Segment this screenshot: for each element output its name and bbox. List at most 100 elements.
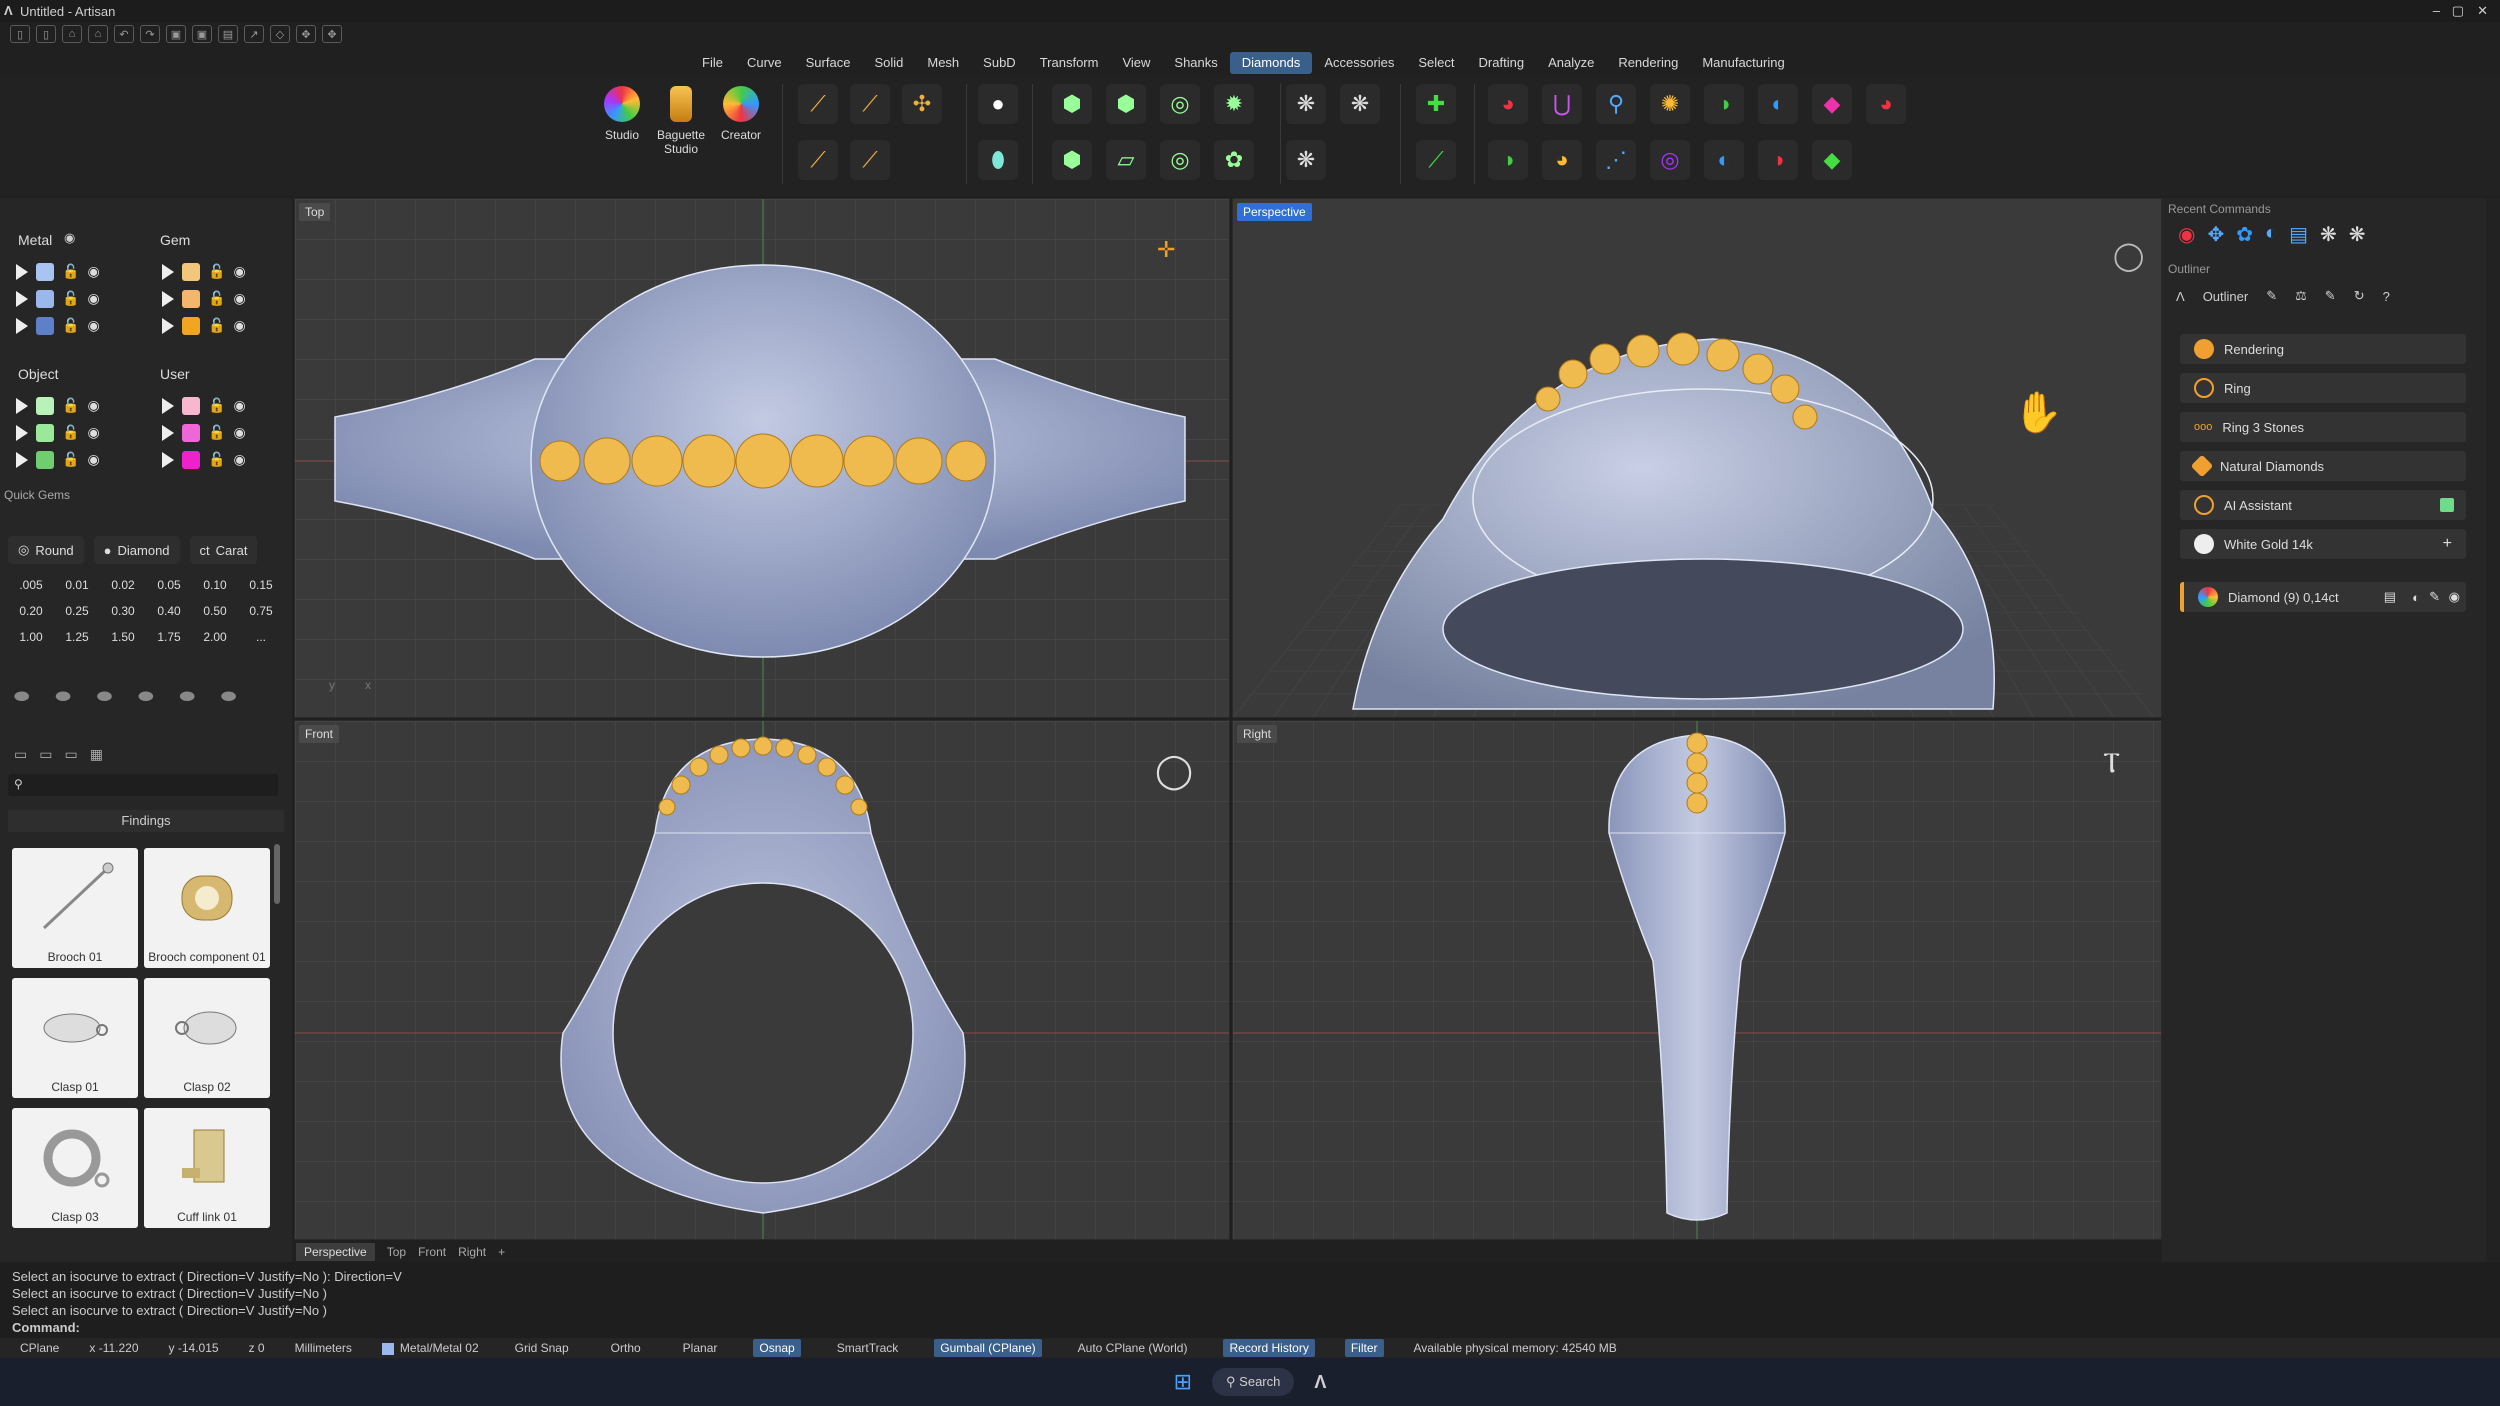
gem-size-button[interactable]: 0.15 — [238, 578, 284, 592]
eye-icon[interactable]: ◉ — [2449, 589, 2460, 605]
gem-size-button[interactable]: 0.30 — [100, 604, 146, 618]
viewport-top[interactable]: Top yx ✛ — [294, 198, 1230, 718]
gem-size-button[interactable]: 0.75 — [238, 604, 284, 618]
add-viewport-tab[interactable]: + — [498, 1245, 505, 1259]
flower-setting-icon[interactable]: ✿ — [1214, 140, 1254, 180]
gem-size-button[interactable]: .005 — [8, 578, 54, 592]
play-icon[interactable] — [16, 263, 28, 280]
outliner-item-ring[interactable]: Ring — [2180, 373, 2466, 403]
round-gem-icon[interactable]: ● — [978, 84, 1018, 124]
new-file-icon[interactable]: ▯ — [10, 25, 30, 43]
menu-solid[interactable]: Solid — [862, 52, 915, 74]
gems-along-icon[interactable]: ⟋ — [850, 140, 890, 180]
cluster-b-icon[interactable]: ❋ — [1340, 84, 1380, 124]
bezel-icon[interactable]: ⬢ — [1106, 84, 1146, 124]
color-wheel-icon[interactable]: ✺ — [1650, 84, 1690, 124]
gem-size-button[interactable]: 1.00 — [8, 630, 54, 644]
gem-size-button[interactable]: ... — [238, 630, 284, 644]
eye-icon[interactable]: ◉ — [87, 397, 99, 414]
osnap-toggle[interactable]: Osnap — [753, 1339, 801, 1357]
eye-icon[interactable]: ◉ — [64, 230, 75, 246]
help-icon[interactable]: ? — [2383, 289, 2390, 304]
minimize-icon[interactable]: – — [2433, 3, 2440, 18]
gem-size-button[interactable]: 0.50 — [192, 604, 238, 618]
tab-top[interactable]: Top — [387, 1245, 406, 1259]
artisan-app-icon[interactable]: Λ — [1314, 1372, 1326, 1393]
play-icon[interactable] — [16, 317, 28, 334]
maximize-icon[interactable]: ▢ — [2452, 3, 2464, 19]
gem-orient-icon[interactable]: ◆ — [1812, 140, 1852, 180]
gumball-icon[interactable]: ✛ — [1157, 237, 1175, 263]
filter-toggle[interactable]: Filter — [1344, 1339, 1384, 1357]
menu-transform[interactable]: Transform — [1028, 52, 1111, 74]
channel-icon[interactable]: ⬢ — [1052, 140, 1092, 180]
cplane-label[interactable]: CPlane — [20, 1341, 59, 1355]
ring-setting-icon[interactable]: ◎ — [1160, 140, 1200, 180]
layer-color-swatch[interactable] — [36, 262, 54, 281]
gem-count-icon[interactable]: ◑ — [1488, 140, 1528, 180]
gems-on-curve-icon[interactable]: ⟋ — [798, 84, 838, 124]
gumball-toggle[interactable]: Gumball (CPlane) — [934, 1339, 1042, 1357]
play-icon[interactable] — [16, 397, 28, 414]
eye-icon[interactable]: ◉ — [233, 317, 245, 334]
lock-icon[interactable]: 🔓 — [62, 317, 79, 334]
current-layer[interactable]: Metal/Metal 02 — [381, 1341, 479, 1355]
lock-icon[interactable]: 🔓 — [208, 424, 225, 441]
gem-shape-button[interactable]: ◎ Round — [8, 536, 84, 564]
analyze-gems-icon[interactable]: ◕ — [1488, 84, 1528, 124]
taskbar-search[interactable]: ⚲ Search — [1212, 1368, 1295, 1396]
eye-icon[interactable]: ◉ — [87, 451, 99, 468]
layer-row[interactable]: 🔓 ◉ — [0, 446, 146, 473]
library-item[interactable]: Brooch component 01 — [144, 848, 270, 968]
lock-icon[interactable]: 🔓 — [208, 317, 225, 334]
save-as-icon[interactable]: ▣ — [192, 25, 212, 43]
play-icon[interactable] — [16, 424, 28, 441]
lock-icon[interactable]: 🔓 — [208, 290, 225, 307]
cut-side-icon[interactable]: ⬬ — [180, 686, 195, 707]
undo-icon[interactable]: ↶ — [114, 25, 134, 43]
eye-icon[interactable]: ◉ — [87, 424, 99, 441]
layer-color-swatch[interactable] — [182, 262, 200, 281]
windows-start-icon[interactable]: ⊞ — [1174, 1369, 1192, 1395]
play-icon[interactable] — [162, 424, 174, 441]
lock-icon[interactable]: 🔓 — [208, 397, 225, 414]
gem-align-icon[interactable]: ◐ — [1704, 140, 1744, 180]
menu-drafting[interactable]: Drafting — [1467, 52, 1537, 74]
gems-between-icon[interactable]: ⟋ — [850, 84, 890, 124]
play-icon[interactable] — [162, 451, 174, 468]
folder-icon[interactable]: ▭ — [14, 746, 27, 763]
magnet-icon[interactable]: ⋃ — [1542, 84, 1582, 124]
gem-filter-icon[interactable]: ◆ — [1812, 84, 1852, 124]
outliner-object-row[interactable]: Diamond (9) 0,14ct ▤ ◐ ✎ ◉ — [2180, 582, 2466, 612]
gem-size-button[interactable]: 1.75 — [146, 630, 192, 644]
creator-button[interactable]: Creator — [718, 86, 764, 142]
gem-size-button[interactable]: 0.01 — [54, 578, 100, 592]
gem-size-button[interactable]: 0.02 — [100, 578, 146, 592]
tab-right[interactable]: Right — [458, 1245, 486, 1259]
gem-size-button[interactable]: 1.50 — [100, 630, 146, 644]
tab-perspective[interactable]: Perspective — [296, 1243, 375, 1261]
setting-tool-icon[interactable]: ✥ — [322, 25, 342, 43]
layer-color-swatch[interactable] — [36, 450, 54, 469]
play-icon[interactable] — [16, 290, 28, 307]
outliner-item-ai-assistant[interactable]: AI Assistant — [2180, 490, 2466, 520]
library-category-dropdown[interactable]: Findings — [8, 810, 284, 832]
play-icon[interactable] — [162, 290, 174, 307]
balance-icon[interactable]: ⚖ — [2295, 288, 2307, 304]
open-recent-icon[interactable]: ⌂ — [88, 25, 108, 43]
open-folder-icon[interactable]: ⌂ — [62, 25, 82, 43]
layer-row[interactable]: 🔓 ◉ — [146, 312, 292, 339]
gem-size-button[interactable]: 0.10 — [192, 578, 238, 592]
visibility-icon[interactable]: ◐ — [2412, 590, 2420, 605]
menu-rendering[interactable]: Rendering — [1606, 52, 1690, 74]
recent-command-icon[interactable]: ▤ — [2289, 222, 2308, 247]
play-icon[interactable] — [162, 397, 174, 414]
refresh-icon[interactable]: ↻ — [2354, 288, 2365, 304]
layer-row[interactable]: 🔓 ◉ — [146, 392, 292, 419]
library-item[interactable]: Cuff link 01 — [144, 1108, 270, 1228]
recent-command-icon[interactable]: ❋ — [2349, 222, 2366, 247]
gem-palette-icon[interactable]: ◕ — [1866, 84, 1906, 124]
recent-command-icon[interactable]: ✿ — [2236, 222, 2253, 247]
lock-icon[interactable]: 🔓 — [208, 263, 225, 280]
library-search-input[interactable]: ⚲ — [8, 774, 278, 796]
